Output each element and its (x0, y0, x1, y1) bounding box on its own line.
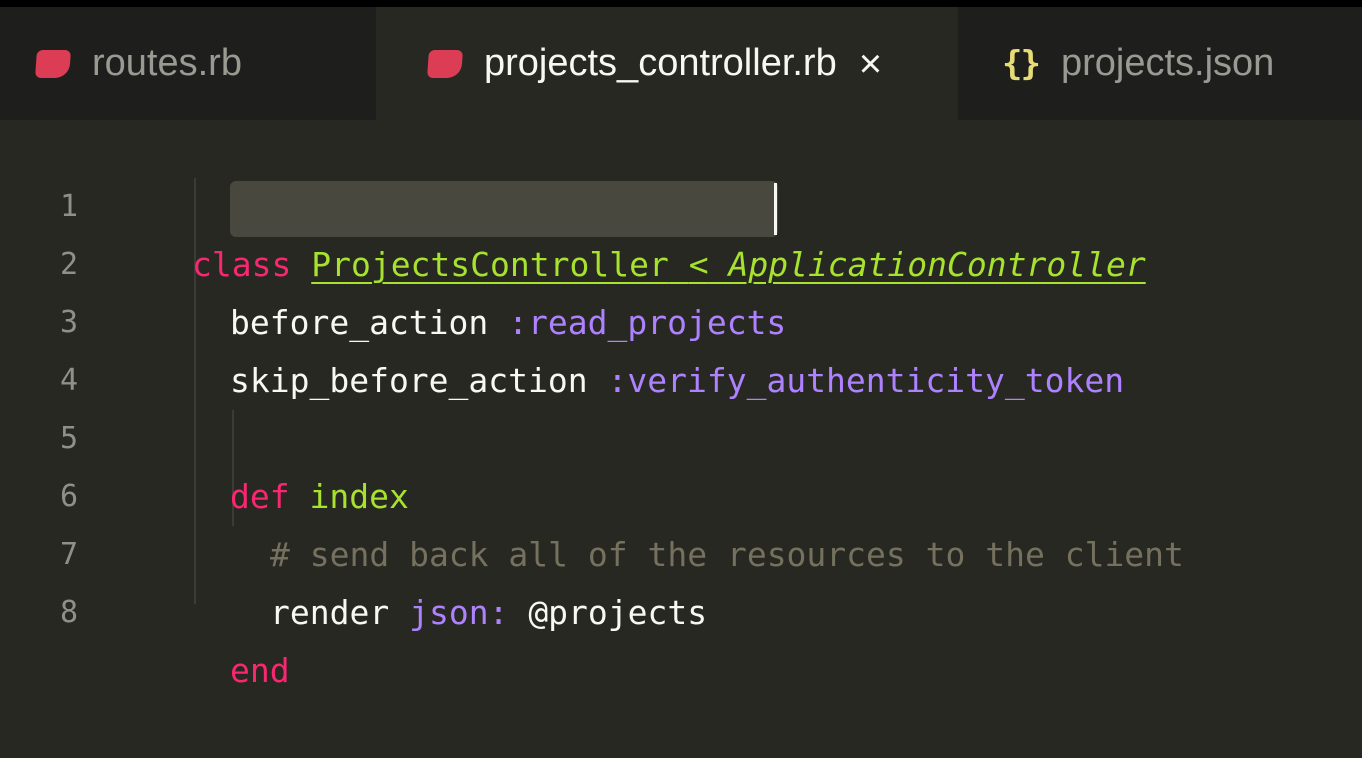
code-editor[interactable]: 1 class ProjectsController < Application… (0, 120, 1362, 690)
tab-label: projects.json (1060, 42, 1275, 84)
code-line-1: 1 class ProjectsController < Application… (0, 120, 1362, 284)
method-call: render (270, 593, 390, 632)
code-line-5: 5 def index (0, 352, 1362, 516)
text-cursor (774, 183, 777, 235)
instance-variable: @projects (528, 593, 708, 632)
code-line-4: 4 (0, 294, 1362, 398)
window-top-edge (0, 0, 1362, 7)
tab-projects-json[interactable]: {} projects.json (958, 7, 1362, 120)
code-line-7: 7 render json: @projects (0, 468, 1362, 632)
code-line-6: 6 # send back all of the resources to th… (0, 410, 1362, 574)
hash-key: json: (409, 593, 509, 632)
code-line-2: 2 before_action :read_projects (0, 178, 1362, 342)
keyword: end (230, 651, 290, 690)
tab-routes-rb[interactable]: routes.rb (0, 7, 376, 120)
tab-bar: routes.rb projects_controller.rb × {} pr… (0, 7, 1362, 120)
ruby-file-icon (35, 49, 71, 78)
json-braces-icon: {} (1002, 43, 1041, 84)
tab-projects-controller-rb[interactable]: projects_controller.rb × (376, 7, 958, 120)
line-number: 8 (60, 595, 79, 630)
code-line-3: 3 skip_before_action :verify_authenticit… (0, 236, 1362, 400)
close-icon[interactable]: × (859, 44, 882, 84)
tab-label: routes.rb (92, 42, 242, 84)
tab-label: projects_controller.rb (484, 42, 837, 84)
code-text: render json: @projects (270, 584, 707, 642)
code-line-8: 8 end (0, 526, 1362, 690)
ruby-file-icon (427, 49, 463, 78)
